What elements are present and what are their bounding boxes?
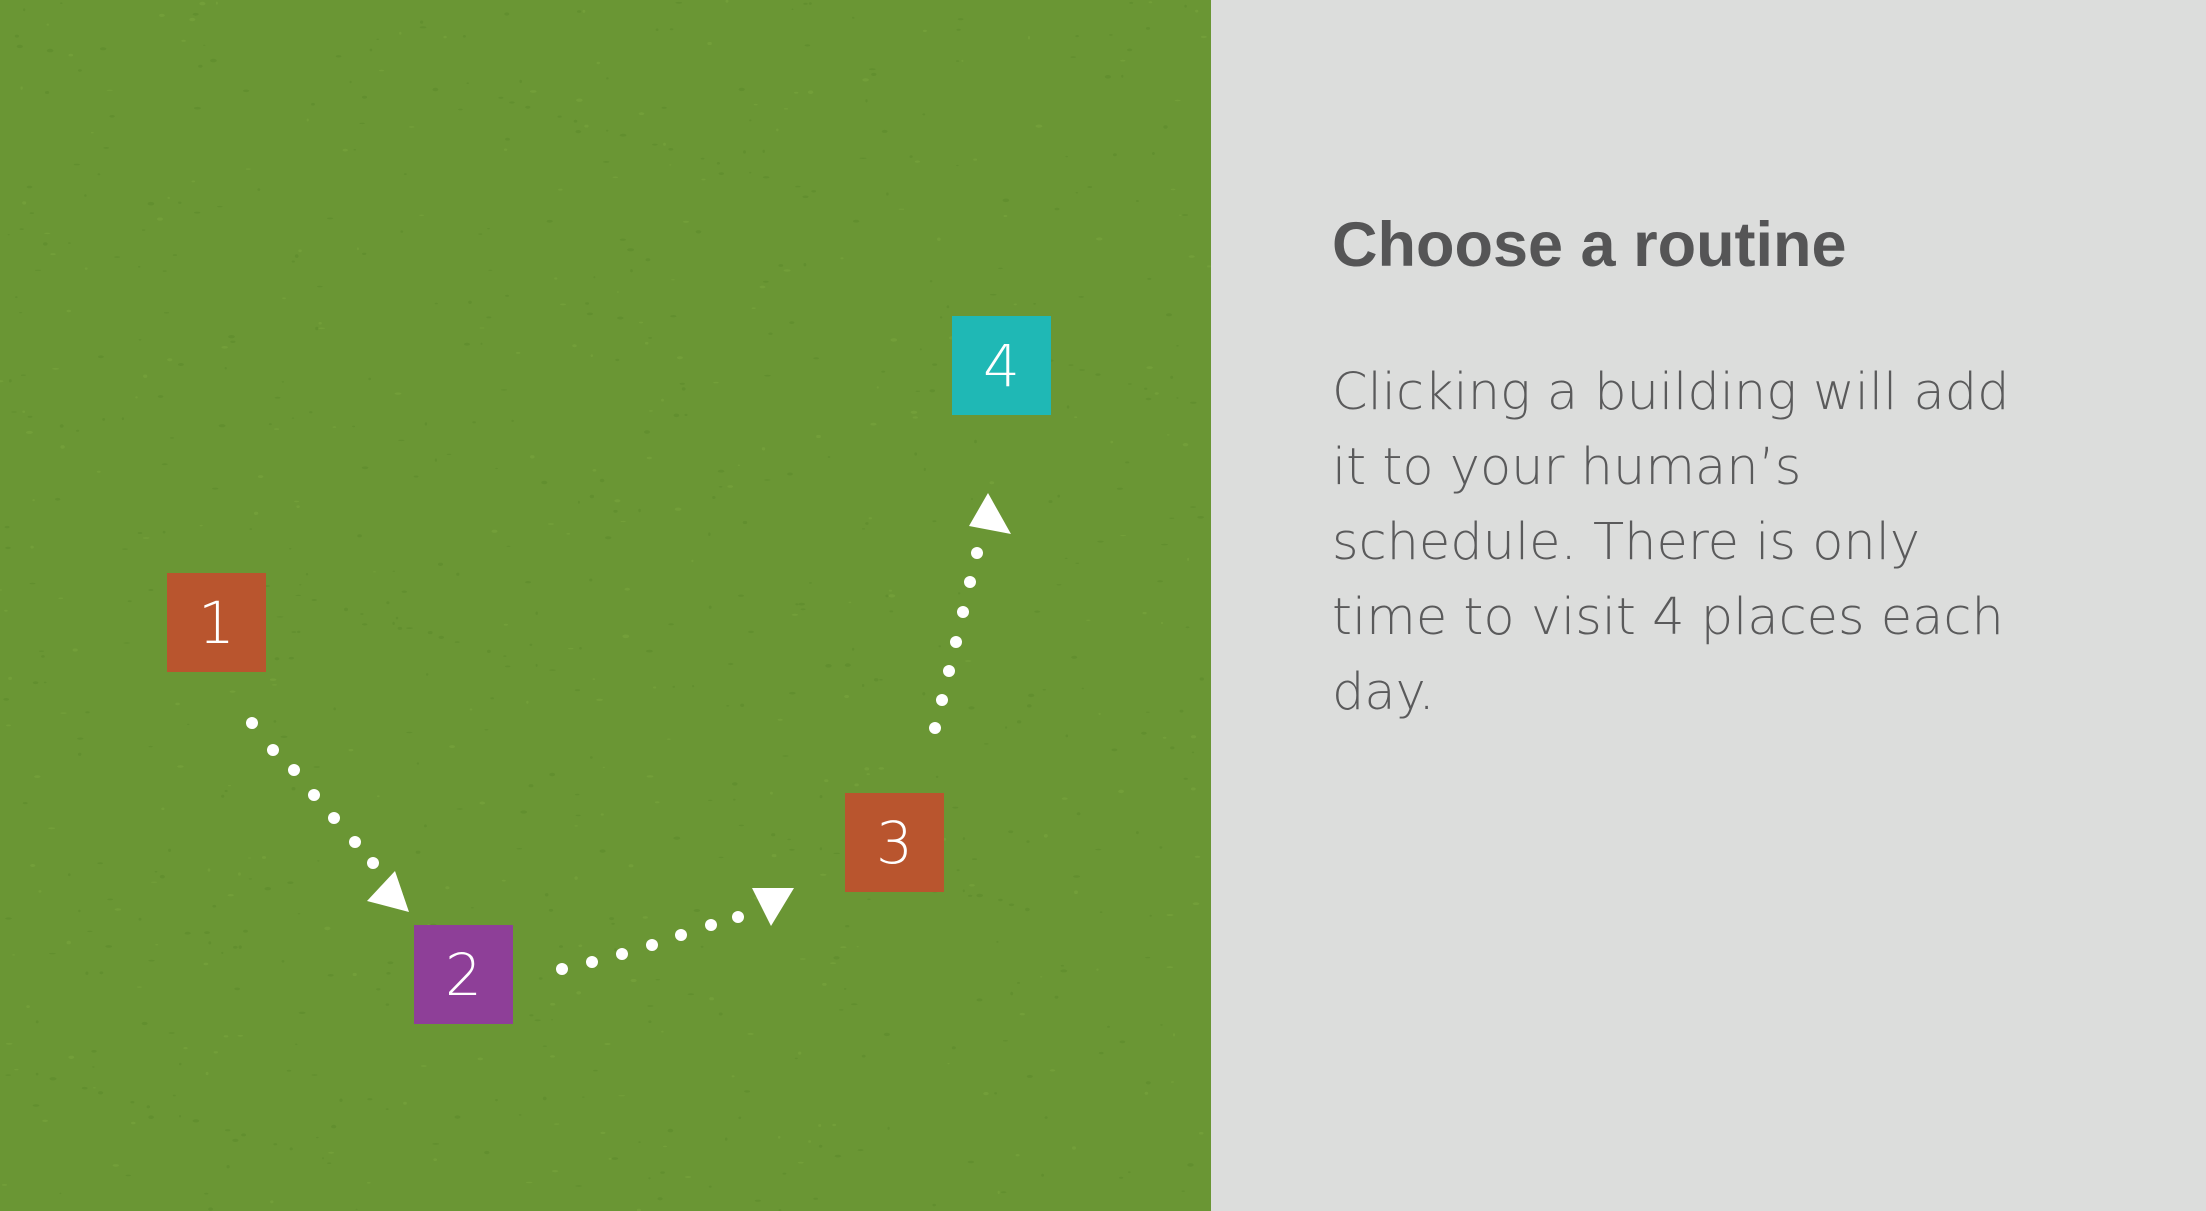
grass-map: 1 2 3 4 <box>0 0 1211 1211</box>
game-screen: 1 2 3 4 Choose a routine Clicking a buil… <box>0 0 2206 1211</box>
building-3[interactable]: 3 <box>845 793 944 892</box>
building-2[interactable]: 2 <box>414 925 513 1024</box>
building-1[interactable]: 1 <box>167 573 266 672</box>
instruction-title: Choose a routine <box>1332 210 1847 280</box>
instruction-text: Clicking a building will add it to your … <box>1332 363 2010 722</box>
building-4[interactable]: 4 <box>952 316 1051 415</box>
